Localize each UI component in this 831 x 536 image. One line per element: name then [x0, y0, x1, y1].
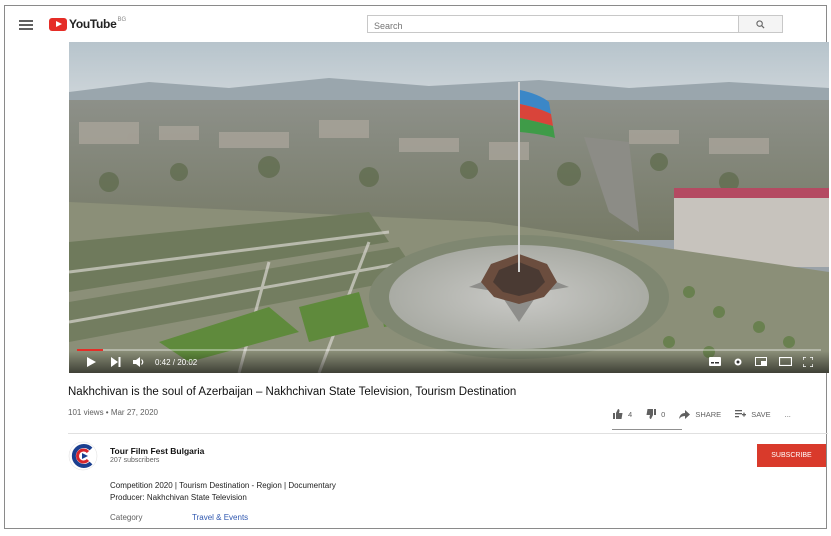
volume-icon[interactable] — [133, 357, 145, 367]
more-icon: ... — [784, 409, 791, 419]
search-icon — [756, 20, 765, 29]
settings-gear-icon[interactable] — [733, 357, 743, 367]
more-actions-button[interactable]: ... — [785, 410, 791, 419]
video-meta: 101 views • Mar 27, 2020 — [68, 408, 158, 417]
thumbs-up-icon — [613, 409, 623, 419]
share-icon — [679, 409, 691, 419]
logo-region: BG — [117, 17, 127, 23]
miniplayer-icon[interactable] — [755, 357, 767, 366]
search-input[interactable] — [368, 18, 734, 34]
share-button[interactable]: SHARE — [679, 409, 722, 419]
category-link[interactable]: Travel & Events — [192, 513, 248, 522]
subscriber-count: 207 subscribers — [110, 457, 160, 464]
fullscreen-icon[interactable] — [803, 357, 813, 367]
theater-mode-icon[interactable] — [779, 357, 792, 366]
like-count: 4 — [628, 409, 633, 419]
video-frame-aerial-city — [69, 42, 829, 373]
category-label: Category — [110, 513, 143, 522]
time-display: 0:42 / 20:02 — [155, 358, 198, 367]
channel-avatar[interactable] — [68, 441, 98, 471]
share-label: SHARE — [695, 409, 722, 419]
player-controls: 0:42 / 20:02 — [69, 351, 829, 373]
divider — [68, 433, 828, 434]
description-line-1: Competition 2020 | Tourism Destination -… — [110, 481, 336, 490]
like-ratio-bar — [612, 429, 682, 430]
video-title: Nakhchivan is the soul of Azerbaijan – N… — [68, 386, 517, 398]
youtube-logo[interactable]: YouTube BG — [49, 17, 126, 31]
save-playlist-icon — [735, 409, 747, 417]
subscribe-button[interactable]: SUBSCRIBE — [757, 444, 826, 467]
video-actions: 4 0 SHARE SAVE ... — [613, 408, 805, 420]
search-button[interactable] — [739, 15, 783, 33]
description-line-2: Producer: Nakhchivan State Television — [110, 493, 247, 502]
save-button[interactable]: SAVE — [735, 409, 771, 419]
channel-name[interactable]: Tour Film Fest Bulgaria — [110, 446, 204, 456]
dislike-button[interactable]: 0 — [646, 409, 665, 419]
video-player[interactable]: 0:42 / 20:02 — [69, 42, 829, 373]
hamburger-menu-icon[interactable] — [19, 20, 33, 30]
next-icon[interactable] — [111, 357, 121, 367]
subtitles-icon[interactable] — [709, 357, 721, 366]
dislike-count: 0 — [661, 409, 666, 419]
youtube-play-icon — [49, 17, 67, 31]
thumbs-down-icon — [646, 409, 657, 419]
logo-text: YouTube — [69, 17, 117, 31]
search-box — [367, 15, 739, 34]
like-button[interactable]: 4 — [613, 409, 632, 419]
play-icon[interactable] — [87, 357, 96, 367]
save-label: SAVE — [751, 409, 771, 419]
